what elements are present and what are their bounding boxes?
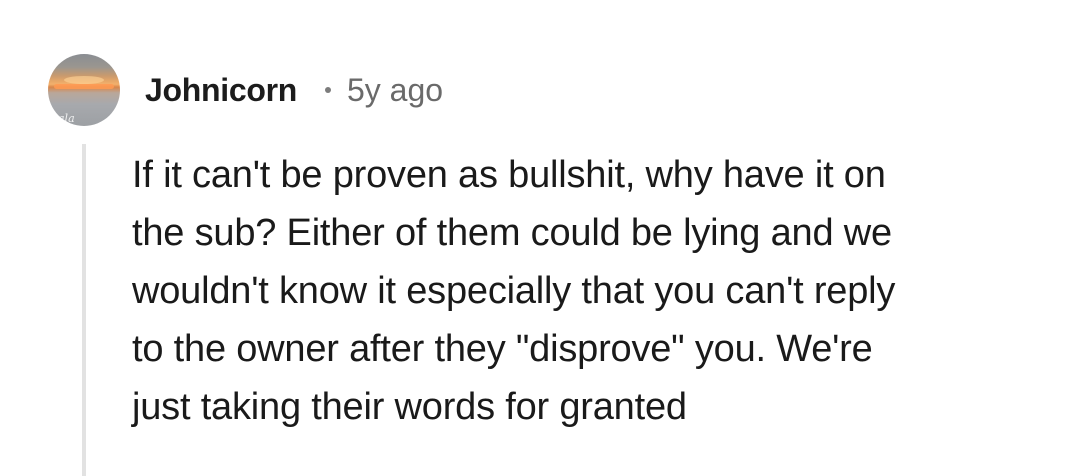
thread-collapse-line[interactable]: [82, 144, 86, 476]
avatar-glow: [64, 76, 104, 84]
comment-body-line: just taking their words for granted: [132, 386, 687, 428]
comment-body-line: wouldn't know it especially that you can…: [132, 270, 896, 312]
comment-body-line: to the owner after they "disprove" you. …: [132, 328, 873, 370]
comment-body-line: the sub? Either of them could be lying a…: [132, 212, 892, 254]
separator-dot-icon: [324, 87, 331, 93]
username[interactable]: Johnicorn: [145, 72, 297, 109]
comment-body: If it can't be proven as bullshit, why h…: [132, 146, 1032, 436]
sunset-avatar-icon: [54, 84, 114, 89]
comment-body-line: If it can't be proven as bullshit, why h…: [132, 154, 886, 196]
avatar-overlay-text: ala: [58, 112, 75, 125]
avatar[interactable]: ala: [48, 54, 120, 126]
comment: ala Johnicorn 5y ago If it can't be prov…: [0, 0, 1079, 476]
comment-meta: Johnicorn 5y ago: [145, 68, 443, 112]
timestamp: 5y ago: [346, 71, 444, 108]
